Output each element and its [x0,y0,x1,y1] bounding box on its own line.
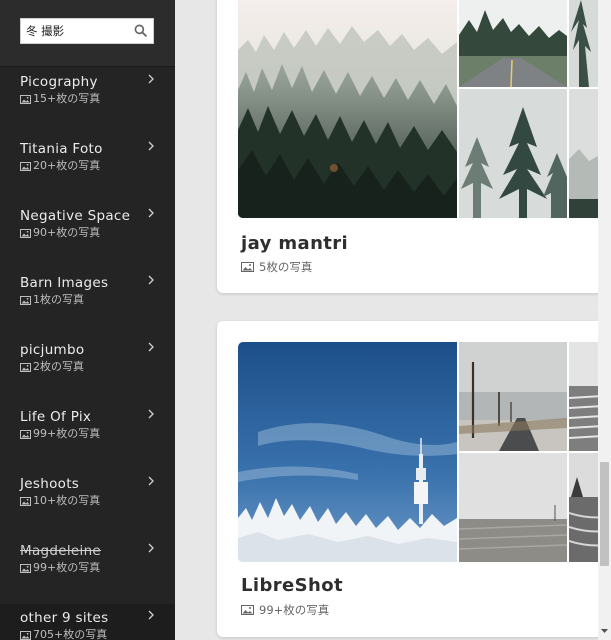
site-count-text: 10+枚の写真 [33,494,101,507]
site-count-text: 2枚の写真 [33,360,84,373]
chevron-right-icon [148,208,154,218]
image-icon [20,630,31,640]
result-photo-count: 5枚の写真 [241,259,312,275]
site-count-text: 705+枚の写真 [33,628,108,640]
photo-foggy-forest[interactable] [238,0,457,218]
site-count-text: 20+枚の写真 [33,159,101,172]
site-count-text: 99+枚の写真 [33,427,101,440]
result-count-text: 99+枚の写真 [259,603,330,617]
site-count-text: 99+枚の写真 [33,561,101,574]
sidebar-item-picjumbo[interactable]: picjumbo 2枚の写真 [0,336,175,403]
chevron-right-icon [148,610,154,620]
sidebar-item-titania-foto[interactable]: Titania Foto 20+枚の写真 [0,135,175,202]
site-photo-count: 2枚の写真 [20,360,175,374]
photo-forest-road[interactable] [459,0,567,87]
result-card[interactable]: jay mantri 5枚の写真 [217,0,611,293]
results-panel: jay mantri 5枚の写真 LibreShot 99+枚の写真 [175,0,611,640]
site-photo-count: 20+枚の写真 [20,159,175,173]
scrollbar-thumb[interactable] [600,462,609,566]
image-icon [20,563,31,573]
photo-winter-tower[interactable] [238,342,457,562]
sidebar-item-negative-space[interactable]: Negative Space 90+枚の写真 [0,202,175,269]
site-photo-count: 10+枚の写真 [20,494,175,508]
site-photo-count: 99+枚の写真 [20,561,175,575]
image-icon [241,262,254,272]
site-photo-count: 705+枚の写真 [20,628,175,640]
result-title[interactable]: jay mantri [241,233,348,254]
site-photo-count: 90+枚の写真 [20,226,175,240]
site-photo-count: 15+枚の写真 [20,92,175,106]
sidebar-item-picography[interactable]: Picography 15+枚の写真 [0,68,175,135]
result-card[interactable]: LibreShot 99+枚の写真 [217,321,611,637]
chevron-right-icon [148,342,154,352]
photo-misty-pines[interactable] [459,89,567,218]
result-count-text: 5枚の写真 [259,260,313,274]
image-icon [20,228,31,238]
image-icon [20,295,31,305]
image-icon [20,362,31,372]
image-icon [20,161,31,171]
photo-power-lines-road[interactable] [459,342,567,451]
site-count-text: 90+枚の写真 [33,226,101,239]
photo-mosaic[interactable] [238,342,611,562]
site-photo-count: 1枚の写真 [20,293,175,307]
search-box[interactable] [20,18,154,44]
sidebar: Picography 15+枚の写真 Titania Foto 20+枚の写真 … [0,0,175,640]
sidebar-item-jeshoots[interactable]: Jeshoots 10+枚の写真 [0,470,175,537]
site-list: Picography 15+枚の写真 Titania Foto 20+枚の写真 … [0,68,175,640]
search-input[interactable] [21,19,131,43]
chevron-right-icon [148,141,154,151]
site-count-text: 1枚の写真 [33,293,84,306]
chevron-right-icon [148,275,154,285]
photo-mosaic[interactable] [238,0,611,218]
result-title[interactable]: LibreShot [241,575,343,596]
sidebar-item-barn-images[interactable]: Barn Images 1枚の写真 [0,269,175,336]
chevron-right-icon [148,74,154,84]
sidebar-item-magdeleine[interactable]: Magdeleine 99+枚の写真 [0,537,175,604]
image-icon [20,429,31,439]
photo-gray-field[interactable] [459,453,567,562]
image-icon [20,94,31,104]
scroll-down-icon[interactable] [600,626,609,635]
chevron-right-icon [148,543,154,553]
search-icon[interactable] [134,24,147,37]
image-icon [20,496,31,506]
site-count-text: 15+枚の写真 [33,92,101,105]
result-photo-count: 99+枚の写真 [241,602,329,618]
image-icon [241,605,254,615]
site-photo-count: 99+枚の写真 [20,427,175,441]
chevron-right-icon [148,476,154,486]
sidebar-item-life-of-pix[interactable]: Life Of Pix 99+枚の写真 [0,403,175,470]
sidebar-item-other-sites[interactable]: other 9 sites 705+枚の写真 [0,604,175,640]
chevron-right-icon [148,409,154,419]
